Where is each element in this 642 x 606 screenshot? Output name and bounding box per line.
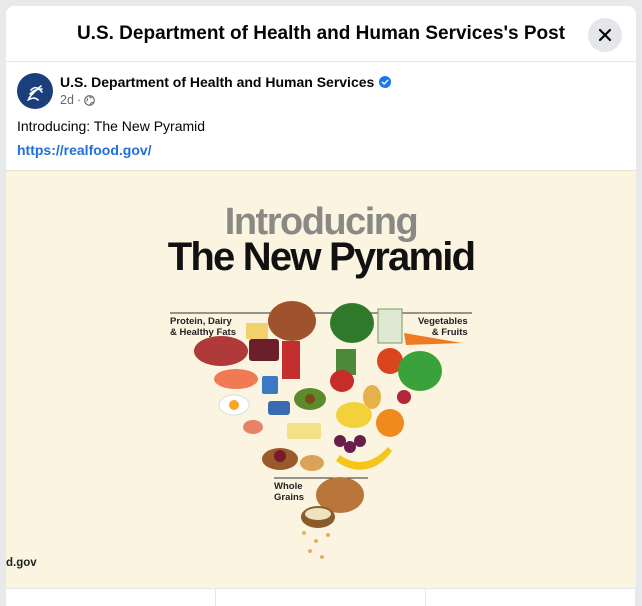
action-slot[interactable] [216,589,426,606]
post-image[interactable]: Introducing The New Pyramid Protein, Dai… [6,170,636,588]
avatar[interactable] [17,73,53,109]
close-button[interactable] [588,18,622,52]
post-dialog: U.S. Department of Health and Human Serv… [6,6,636,606]
post-timestamp[interactable]: 2d [60,93,74,107]
dialog-header: U.S. Department of Health and Human Serv… [6,6,636,62]
post-text: Introducing: The New Pyramid [17,118,206,134]
meta-separator: · [76,93,82,107]
author-name[interactable]: U.S. Department of Health and Human Serv… [60,74,374,90]
action-slot[interactable] [6,589,216,606]
action-bar [6,588,636,606]
action-slot[interactable] [426,589,636,606]
dialog-title: U.S. Department of Health and Human Serv… [76,22,566,44]
label-grains: Whole Grains [274,481,305,503]
post-link[interactable]: https://realfood.gov/ [6,136,636,160]
close-icon [598,28,612,42]
image-watermark: d.gov [6,557,37,569]
food-pyramid-illustration [170,301,472,559]
verified-badge-icon [379,76,392,88]
label-protein: Protein, Dairy & Healthy Fats [170,316,236,338]
hhs-logo-icon [27,85,43,101]
post-header: U.S. Department of Health and Human Serv… [6,62,636,112]
label-vegetables: Vegetables & Fruits [418,316,468,338]
globe-icon [84,94,95,106]
